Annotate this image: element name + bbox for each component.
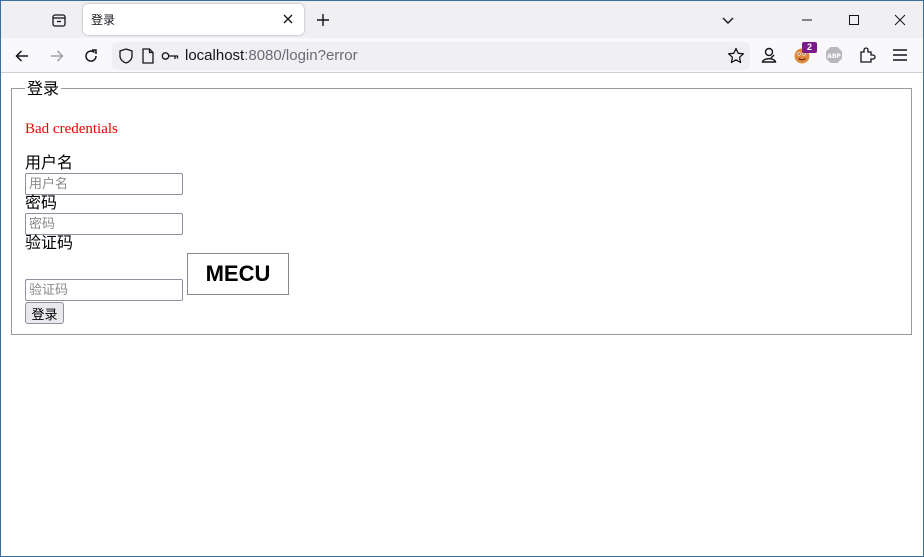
captcha-image[interactable]: MECU — [187, 253, 289, 295]
close-icon[interactable] — [280, 11, 296, 27]
extension-badge: 2 — [802, 42, 817, 53]
shield-icon[interactable] — [118, 48, 134, 64]
url-bar[interactable]: localhost:8080/login?error — [112, 42, 750, 70]
chevron-down-icon[interactable] — [716, 8, 740, 32]
captcha-input[interactable] — [25, 279, 183, 301]
url-host: localhost — [185, 47, 245, 64]
tab-list-icon[interactable] — [44, 6, 74, 34]
password-input[interactable] — [25, 213, 183, 235]
maximize-icon[interactable] — [842, 8, 866, 32]
hamburger-menu-icon[interactable] — [888, 43, 912, 67]
close-icon[interactable] — [888, 8, 912, 32]
minimize-icon[interactable] — [795, 8, 819, 32]
password-label: 密码 — [25, 193, 58, 212]
back-arrow-icon[interactable] — [9, 43, 35, 69]
key-icon[interactable] — [161, 48, 179, 64]
url-path: :8080/login?error — [244, 47, 358, 64]
error-message: Bad credentials — [25, 121, 118, 137]
username-label: 用户名 — [25, 153, 74, 172]
captcha-label: 验证码 — [25, 233, 74, 252]
tab-strip: 登录 — [0, 0, 924, 38]
page-icon[interactable] — [140, 48, 156, 64]
star-icon[interactable] — [726, 46, 746, 66]
page-content: 登录 Bad credentials 用户名 密码 验证码 MECU 登录 — [0, 74, 924, 557]
login-button[interactable]: 登录 — [25, 302, 64, 324]
adblock-plus-icon[interactable]: ABP — [822, 43, 846, 67]
extensions-puzzle-icon[interactable] — [855, 43, 879, 67]
tab-login[interactable]: 登录 — [83, 4, 304, 35]
account-icon[interactable] — [757, 43, 781, 67]
nav-bar: localhost:8080/login?error — [0, 38, 924, 73]
forward-arrow-icon[interactable] — [44, 43, 70, 69]
username-input[interactable] — [25, 173, 183, 195]
svg-text:ABP: ABP — [827, 53, 841, 60]
url-text[interactable]: localhost:8080/login?error — [185, 47, 358, 64]
login-legend: 登录 — [27, 79, 60, 98]
tab-title: 登录 — [91, 13, 116, 27]
plus-icon[interactable] — [310, 8, 336, 32]
reload-icon[interactable] — [78, 43, 104, 69]
